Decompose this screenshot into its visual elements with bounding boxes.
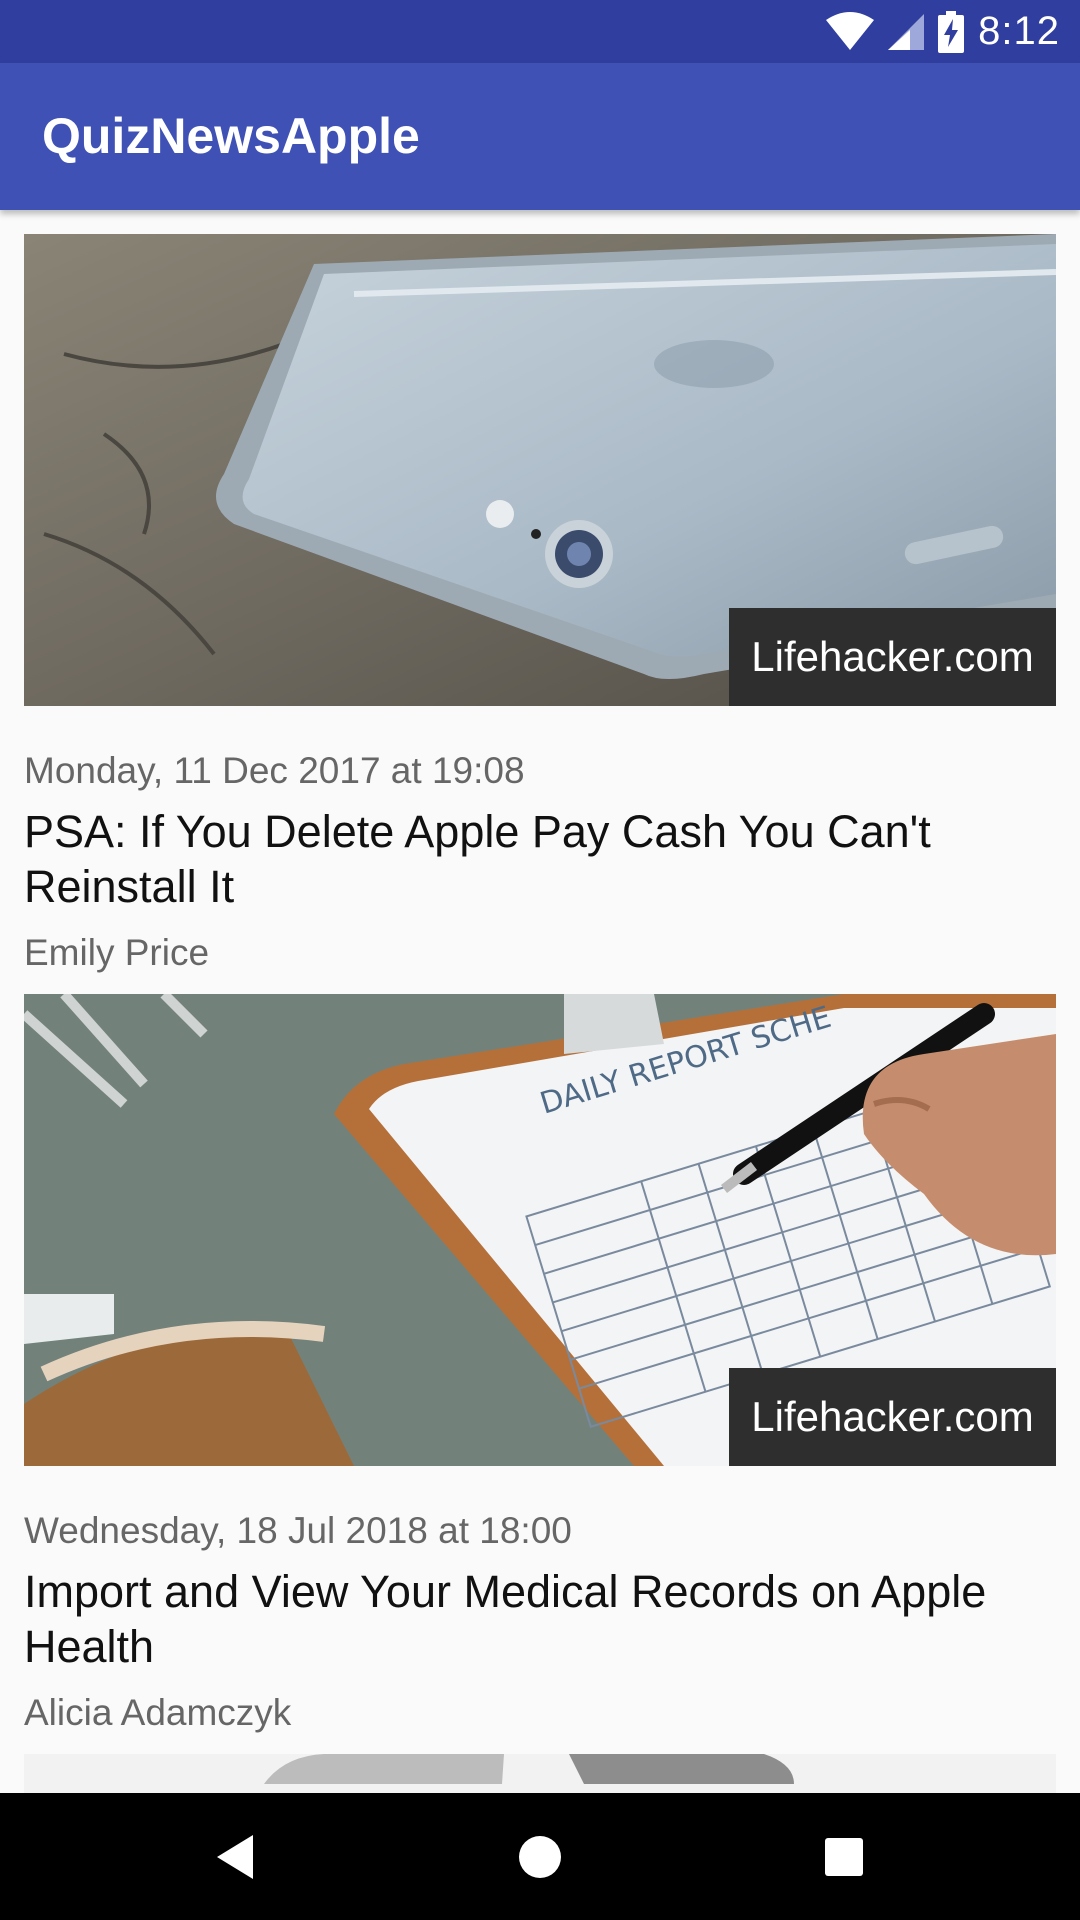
article-image[interactable]: Lifehacker.com xyxy=(24,234,1056,706)
article-title[interactable]: Import and View Your Medical Records on … xyxy=(24,1564,1044,1674)
article-card[interactable]: Lifehacker.com Monday, 11 Dec 2017 at 19… xyxy=(24,234,1056,974)
recents-button[interactable] xyxy=(784,1793,904,1920)
status-icons: 8:12 xyxy=(826,0,1060,63)
article-title[interactable]: PSA: If You Delete Apple Pay Cash You Ca… xyxy=(24,804,1044,914)
status-bar: 8:12 xyxy=(0,0,1080,63)
back-icon xyxy=(217,1834,253,1879)
article-date: Monday, 11 Dec 2017 at 19:08 xyxy=(24,750,525,791)
article-card[interactable]: DAILY REPORT SCHE Lifehacker.com Wednesd… xyxy=(24,994,1056,1734)
source-badge: Lifehacker.com xyxy=(729,1368,1056,1466)
article-date: Wednesday, 18 Jul 2018 at 18:00 xyxy=(24,1510,572,1551)
article-image[interactable]: DAILY REPORT SCHE Lifehacker.com xyxy=(24,994,1056,1466)
recents-icon xyxy=(825,1837,863,1876)
wifi-icon xyxy=(826,11,875,50)
article-image[interactable] xyxy=(24,1754,1056,1793)
back-button[interactable] xyxy=(175,1793,295,1920)
news-feed[interactable]: Lifehacker.com Monday, 11 Dec 2017 at 19… xyxy=(0,210,1080,1793)
home-button[interactable] xyxy=(480,1793,600,1920)
article-card[interactable] xyxy=(24,1754,1056,1793)
cell-signal-icon xyxy=(888,13,925,50)
home-icon xyxy=(519,1835,561,1878)
status-time: 8:12 xyxy=(978,9,1060,53)
app-bar: QuizNewsApple xyxy=(0,63,1080,210)
article-author: Emily Price xyxy=(24,932,210,973)
app-title: QuizNewsApple xyxy=(42,108,420,164)
navigation-bar xyxy=(0,1793,1080,1920)
battery-charging-icon xyxy=(938,10,965,53)
article-author: Alicia Adamczyk xyxy=(24,1692,292,1733)
source-badge: Lifehacker.com xyxy=(729,608,1056,706)
